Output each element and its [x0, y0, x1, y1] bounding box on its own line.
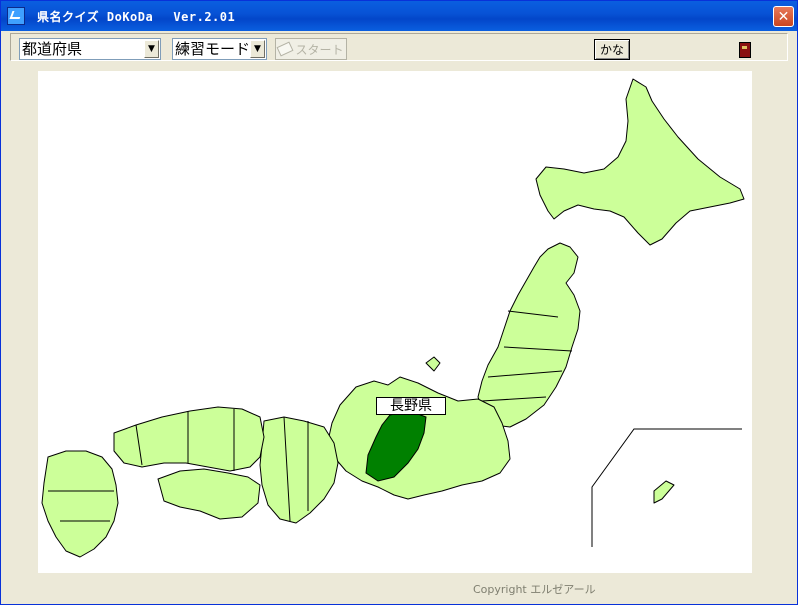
start-button[interactable]: スタート: [275, 38, 347, 60]
japan-map[interactable]: 長野県: [38, 71, 752, 573]
close-icon: ✕: [777, 8, 790, 25]
region-kinki[interactable]: [259, 416, 339, 524]
region-chugoku[interactable]: [113, 406, 265, 472]
region-kyushu[interactable]: [41, 450, 119, 558]
eraser-icon: [277, 41, 294, 57]
title-bar[interactable]: 県名クイズ DoKoDa Ver.2.01 ✕: [1, 1, 797, 31]
kana-button[interactable]: かな: [594, 39, 630, 60]
kana-button-label: かな: [599, 43, 624, 57]
dropdown-arrow-icon[interactable]: ▼: [144, 40, 159, 58]
mode-select-value: 練習モード: [175, 40, 251, 58]
dropdown-arrow-icon[interactable]: ▼: [250, 40, 265, 58]
close-button[interactable]: ✕: [773, 6, 794, 27]
app-icon[interactable]: [7, 7, 25, 25]
toolbar: 都道府県 ▼ 練習モード ▼ スタート かな: [10, 33, 788, 61]
region-tohoku[interactable]: [477, 242, 581, 428]
region-shikoku[interactable]: [157, 468, 261, 520]
island-okinawa[interactable]: [653, 480, 675, 504]
category-select-value: 都道府県: [22, 40, 83, 58]
copyright-text: Copyright エルゼアール: [473, 583, 596, 596]
prefecture-hokkaido[interactable]: [535, 78, 745, 246]
start-button-label: スタート: [295, 42, 344, 57]
book-icon[interactable]: [739, 42, 751, 58]
mode-select[interactable]: 練習モード ▼: [172, 38, 267, 60]
map-canvas[interactable]: [38, 71, 752, 573]
category-select[interactable]: 都道府県 ▼: [19, 38, 161, 60]
app-window: 県名クイズ DoKoDa Ver.2.01 ✕ 都道府県 ▼ 練習モード ▼ ス…: [0, 0, 798, 605]
island-sado[interactable]: [425, 356, 441, 372]
window-title: 県名クイズ DoKoDa Ver.2.01: [37, 10, 236, 24]
prefecture-label: 長野県: [376, 397, 446, 415]
